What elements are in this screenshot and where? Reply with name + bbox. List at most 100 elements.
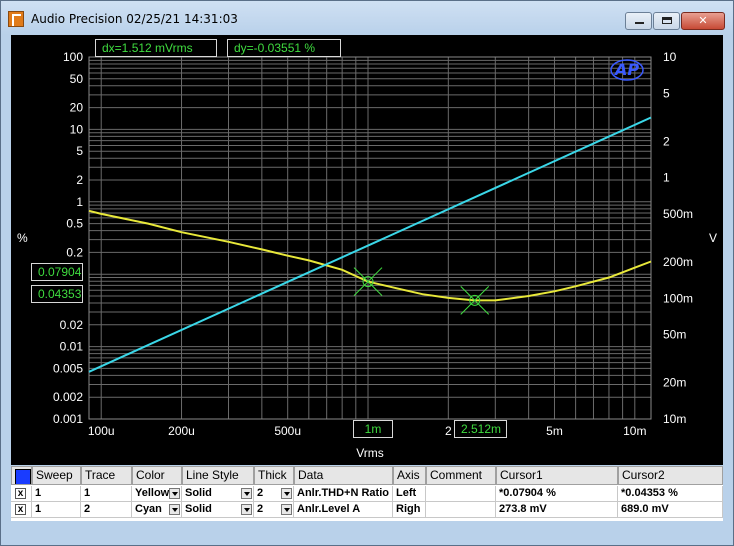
y-left-tick-label: 1 (76, 195, 83, 209)
color-select[interactable]: Yellow (132, 486, 182, 502)
cursor1-cell: *0.07904 % (496, 486, 618, 502)
color-select[interactable]: Cyan (132, 502, 182, 518)
status-bar (11, 522, 723, 536)
cursor2-x-readout: 2.512m (454, 420, 507, 438)
y-right-tick-label: 10m (663, 412, 686, 426)
enable-cell[interactable]: x (11, 486, 32, 502)
y-right-tick-label: 1 (663, 171, 670, 185)
minimize-button[interactable] (625, 12, 652, 30)
thd-n-trace-line (88, 209, 652, 302)
dropdown-arrow-icon[interactable] (169, 504, 180, 515)
col-header-sweep[interactable]: Sweep (32, 466, 81, 485)
y-right-tick-label: 500m (663, 207, 693, 221)
grid (88, 56, 651, 420)
line-style-select[interactable]: Solid (182, 502, 254, 518)
minimize-icon (626, 13, 651, 29)
axis-cell[interactable]: Left (393, 486, 426, 502)
thick-value: 2 (257, 487, 264, 499)
col-header-cursor1[interactable]: Cursor1 (496, 466, 618, 485)
y-left-tick-label: 0.002 (53, 390, 83, 404)
y-right-tick-label: 200m (663, 255, 693, 269)
y-left-tick-label: 5 (76, 144, 83, 158)
dropdown-arrow-icon[interactable] (281, 488, 292, 499)
x-axis-label: Vrms (356, 446, 384, 460)
y-left-tick-label: 0.005 (53, 361, 83, 375)
cursor2-cell: 689.0 mV (618, 502, 723, 518)
data-cell[interactable]: Anlr.Level A (294, 502, 393, 518)
col-header-comment[interactable]: Comment (426, 466, 496, 485)
dropdown-arrow-icon[interactable] (169, 488, 180, 499)
x-tick-label: 10m (623, 424, 646, 438)
y-right-tick-label: 5 (663, 86, 670, 100)
axis-cell[interactable]: Righ (393, 502, 426, 518)
cursor1-left-readout: 0.07904 (31, 263, 83, 281)
col-header-cursor2[interactable]: Cursor2 (618, 466, 723, 485)
audio-precision-logo-icon (8, 11, 24, 27)
x-tick-label: 2 (445, 424, 452, 438)
col-header-color[interactable]: Color (132, 466, 182, 485)
app-window: Audio Precision 02/25/21 14:31:03 ✕ 100 5… (0, 0, 734, 546)
line-style-value: Solid (185, 503, 212, 515)
table-row[interactable]: x 1 2 Cyan Solid 2 Anlr.Level A Righ 273… (11, 502, 723, 518)
thick-select[interactable]: 2 (254, 486, 294, 502)
maximize-button[interactable] (653, 12, 680, 30)
close-icon: ✕ (698, 14, 708, 27)
table-row[interactable]: x 1 1 Yellow Solid 2 Anlr.THD+N Ratio Le… (11, 486, 723, 502)
y-left-tick-label: 10 (70, 122, 84, 136)
col-header-line-style[interactable]: Line Style (182, 466, 254, 485)
sweep-color-cell[interactable] (11, 466, 32, 485)
thick-select[interactable]: 2 (254, 502, 294, 518)
dropdown-arrow-icon[interactable] (241, 504, 252, 515)
y-left-tick-label: 0.5 (66, 217, 83, 231)
col-header-trace[interactable]: Trace (81, 466, 132, 485)
x-tick-label: 200u (168, 424, 195, 438)
sweep-cell[interactable]: 1 (32, 486, 81, 502)
col-header-axis[interactable]: Axis (393, 466, 426, 485)
cursor1-x-readout: 1m (353, 420, 393, 438)
y-left-tick-label: 50 (70, 72, 84, 86)
y-right-axis-label: V (709, 231, 717, 245)
comment-cell[interactable] (426, 486, 496, 502)
close-button[interactable]: ✕ (681, 12, 725, 30)
trace-cell[interactable]: 2 (81, 502, 132, 518)
trace-table: Sweep Trace Color Line Style Thick Data … (11, 466, 723, 521)
line-style-value: Solid (185, 487, 212, 499)
x-tick-label: 500u (274, 424, 301, 438)
table-header-row: Sweep Trace Color Line Style Thick Data … (11, 466, 723, 485)
cursor1-cell: 273.8 mV (496, 502, 618, 518)
title-bar[interactable]: Audio Precision 02/25/21 14:31:03 ✕ (1, 1, 733, 35)
thick-value: 2 (257, 503, 264, 515)
y-left-tick-label: 20 (70, 101, 84, 115)
color-value: Yellow (135, 487, 170, 499)
y-right-tick-label: 2 (663, 134, 670, 148)
y-left-axis-label: % (17, 231, 28, 245)
y-right-tick-label: 50m (663, 328, 686, 342)
y-right-tick-label: 100m (663, 291, 693, 305)
dropdown-arrow-icon[interactable] (241, 488, 252, 499)
col-header-data[interactable]: Data (294, 466, 393, 485)
x-tick-label: 5m (546, 424, 563, 438)
y-right-tick-label: 20m (663, 376, 686, 390)
comment-cell[interactable] (426, 502, 496, 518)
window-title: Audio Precision 02/25/21 14:31:03 (31, 12, 238, 26)
x-tick-label: 100u (88, 424, 115, 438)
maximize-icon (654, 13, 679, 29)
trace-enable-checkbox[interactable]: x (15, 488, 26, 499)
y-left-tick-label: 100 (63, 50, 83, 64)
dropdown-arrow-icon[interactable] (281, 504, 292, 515)
trace-enable-checkbox[interactable]: x (15, 504, 26, 515)
col-header-thick[interactable]: Thick (254, 466, 294, 485)
line-style-select[interactable]: Solid (182, 486, 254, 502)
dy-readout: dy=-0.03551 % (227, 39, 341, 57)
dx-readout: dx=1.512 mVrms (95, 39, 217, 57)
graph-area[interactable]: 1005020105210.50.20.10.050.020.010.0050.… (11, 35, 723, 465)
data-cell[interactable]: Anlr.THD+N Ratio (294, 486, 393, 502)
enable-cell[interactable]: x (11, 502, 32, 518)
sweep-color-swatch[interactable] (15, 469, 31, 484)
graph-svg: 1005020105210.50.20.10.050.020.010.0050.… (17, 50, 717, 460)
y-left-tick-label: 0.01 (60, 340, 84, 354)
trace-cell[interactable]: 1 (81, 486, 132, 502)
y-left-tick-label: 0.001 (53, 412, 83, 426)
y-right-tick-label: 10 (663, 50, 677, 64)
sweep-cell[interactable]: 1 (32, 502, 81, 518)
